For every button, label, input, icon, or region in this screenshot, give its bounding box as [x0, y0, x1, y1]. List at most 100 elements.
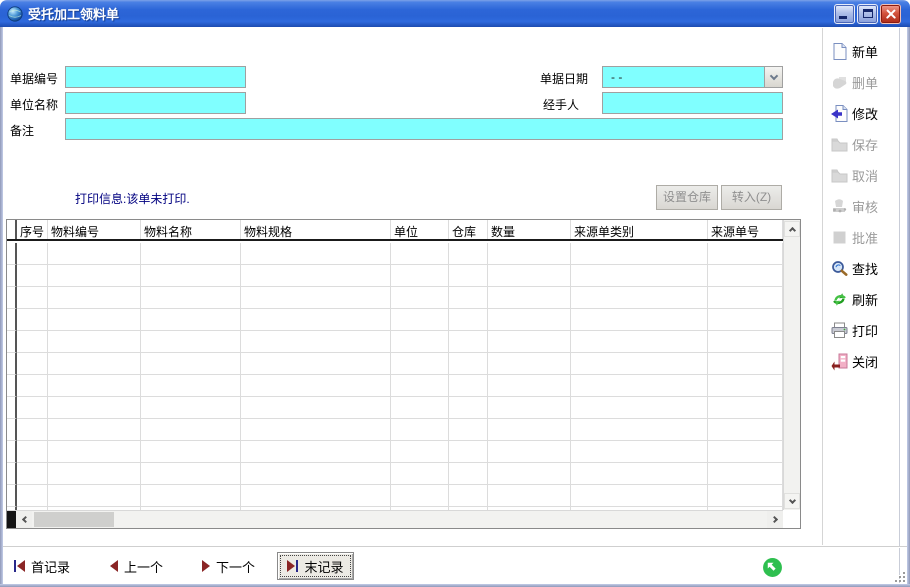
remarks-field[interactable]	[65, 118, 783, 140]
toolbar-button-label: 审核	[852, 197, 878, 216]
transfer-in-button[interactable]: 转入(Z)	[721, 185, 782, 210]
toolbar-new-doc-button[interactable]: 新单	[830, 38, 902, 64]
handler-field[interactable]	[602, 92, 783, 114]
table-cell	[571, 441, 708, 463]
table-cell	[7, 485, 17, 507]
doc-date-dropdown-button[interactable]	[764, 67, 782, 87]
scroll-up-button[interactable]	[784, 221, 800, 237]
table-cell	[141, 353, 241, 375]
table-cell	[17, 375, 48, 397]
table-row[interactable]	[7, 353, 783, 375]
table-cell	[449, 485, 488, 507]
table-cell	[488, 287, 571, 309]
scroll-down-button[interactable]	[784, 493, 800, 509]
table-cell	[48, 419, 141, 441]
next-record-button[interactable]: 下一个	[202, 556, 255, 576]
horizontal-scroll-thumb[interactable]	[34, 512, 114, 527]
table-row[interactable]	[7, 397, 783, 419]
table-cell	[17, 441, 48, 463]
first-record-button[interactable]: 首记录	[14, 556, 70, 576]
table-cell	[48, 331, 141, 353]
table-cell	[241, 331, 391, 353]
table-cell	[17, 353, 48, 375]
table-cell	[488, 397, 571, 419]
table-cell	[488, 485, 571, 507]
table-cell	[488, 243, 571, 265]
table-cell	[391, 331, 449, 353]
table-row[interactable]	[7, 485, 783, 507]
toolbar-close-form-button[interactable]: 关闭	[830, 348, 902, 374]
table-cell	[48, 397, 141, 419]
toolbar-approve-button: 批准	[830, 224, 902, 250]
previous-record-button[interactable]: 上一个	[110, 556, 163, 576]
toolbar-delete-doc-button: 删单	[830, 69, 902, 95]
table-row[interactable]	[7, 441, 783, 463]
close-button[interactable]	[880, 4, 901, 24]
toolbar-button-label: 新单	[852, 42, 878, 61]
horizontal-scroll-track[interactable]	[32, 511, 767, 528]
table-cell	[141, 243, 241, 265]
set-warehouse-button[interactable]: 设置仓库	[656, 185, 718, 210]
chevron-up-icon	[788, 226, 795, 233]
table-cell	[48, 441, 141, 463]
scroll-right-button[interactable]	[767, 511, 783, 528]
table-row[interactable]	[7, 287, 783, 309]
unit-name-field[interactable]	[65, 92, 246, 114]
table-cell	[571, 331, 708, 353]
chevron-left-icon	[21, 516, 28, 523]
table-row[interactable]	[7, 419, 783, 441]
toolbar-print-button[interactable]: 打印	[830, 317, 902, 343]
column-header: 单位	[391, 220, 449, 239]
table-cell	[7, 463, 17, 485]
table-cell	[391, 265, 449, 287]
table-cell	[449, 463, 488, 485]
resize-grip-icon[interactable]	[893, 570, 905, 582]
table-cell	[7, 419, 17, 441]
first-record-icon	[14, 560, 25, 572]
maximize-button[interactable]	[857, 4, 878, 24]
table-cell	[7, 353, 17, 375]
horizontal-scrollbar[interactable]	[7, 510, 783, 528]
table-cell	[708, 331, 783, 353]
table-cell	[708, 265, 783, 287]
toolbar-refresh-button[interactable]: 刷新	[830, 286, 902, 312]
chevron-down-icon	[769, 71, 777, 79]
table-cell	[141, 375, 241, 397]
table-cell	[17, 287, 48, 309]
table-cell	[241, 441, 391, 463]
table-cell	[141, 309, 241, 331]
table-row[interactable]	[7, 375, 783, 397]
table-cell	[708, 287, 783, 309]
scroll-left-button[interactable]	[16, 511, 32, 528]
cancel-icon	[830, 166, 849, 185]
table-cell	[141, 441, 241, 463]
minimize-button[interactable]	[834, 4, 855, 24]
vertical-scrollbar[interactable]	[783, 220, 800, 510]
table-cell	[241, 419, 391, 441]
table-cell	[449, 419, 488, 441]
table-row[interactable]	[7, 309, 783, 331]
doc-no-field[interactable]	[65, 66, 246, 88]
material-table: 序号 物料编号 物料名称 物料规格 单位 仓库 数量 来源单类别 来源单号	[6, 219, 801, 529]
table-cell	[391, 463, 449, 485]
titlebar[interactable]: 受托加工领料单	[0, 0, 910, 27]
table-cell	[391, 419, 449, 441]
table-cell	[708, 463, 783, 485]
doc-no-label: 单据编号	[10, 70, 58, 87]
table-row[interactable]	[7, 463, 783, 485]
table-cell	[449, 353, 488, 375]
table-row[interactable]	[7, 331, 783, 353]
table-cell	[7, 265, 17, 287]
table-row[interactable]	[7, 265, 783, 287]
toolbar-edit-doc-button[interactable]: 修改	[830, 100, 902, 126]
toolbar-button-label: 关闭	[852, 352, 878, 371]
column-header: 来源单号	[708, 220, 783, 239]
doc-date-combo[interactable]: - -	[602, 66, 783, 88]
table-row[interactable]	[7, 243, 783, 265]
table-cell	[241, 375, 391, 397]
last-record-button[interactable]: 末记录	[277, 552, 354, 580]
table-cell	[571, 265, 708, 287]
table-cell	[241, 309, 391, 331]
table-cell	[48, 485, 141, 507]
toolbar-search-button[interactable]: 查找	[830, 255, 902, 281]
